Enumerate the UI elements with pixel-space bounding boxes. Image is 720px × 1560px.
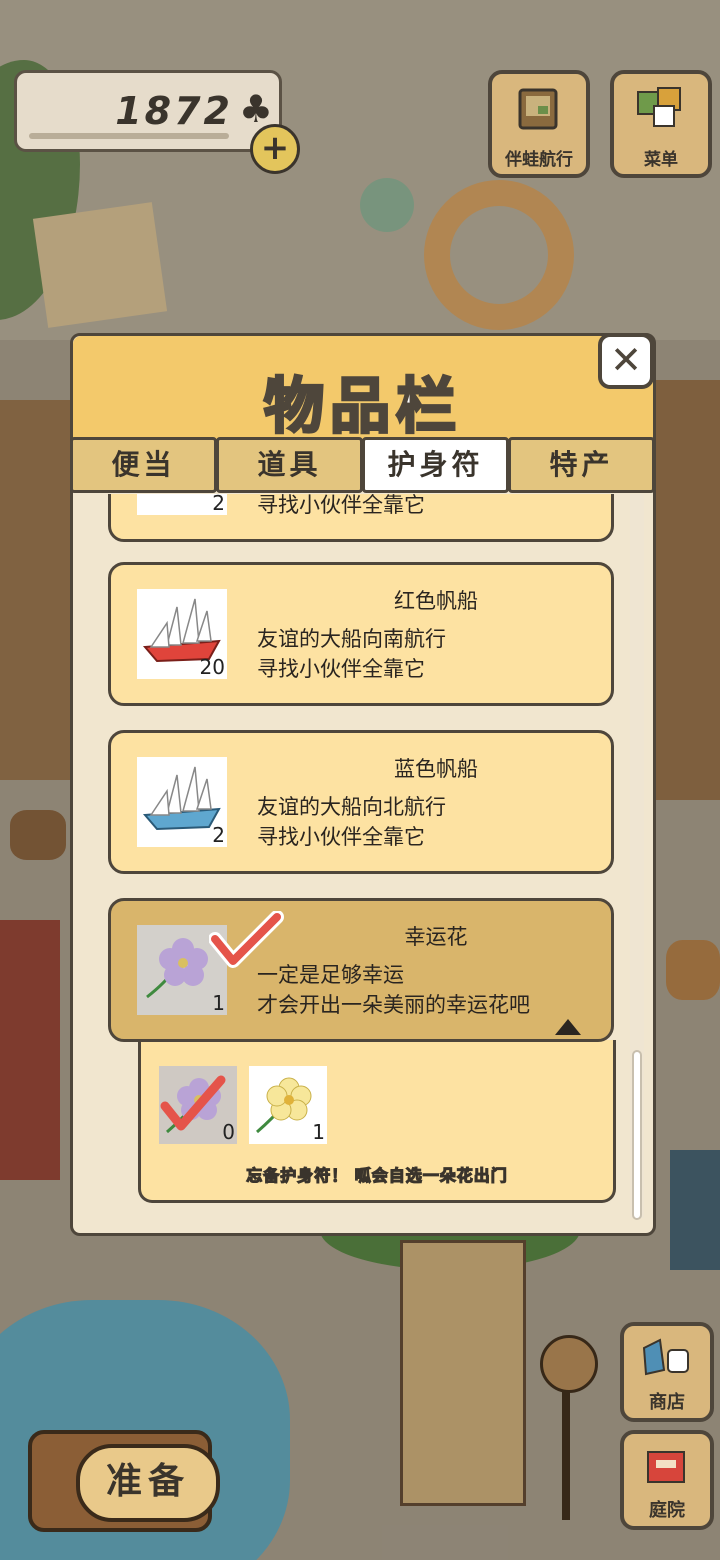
collapse-caret-icon[interactable] [555,1019,581,1035]
clover-count: 1872 [115,89,233,133]
frog-voyage-button[interactable]: 伴蛙航行 [488,70,590,178]
shop-label: 商店 [649,1392,685,1413]
garden-button[interactable]: 庭院 [620,1430,714,1530]
flower-variant-panel: 0 1 忘备护身符！ 呱会自选一朵花出门 [138,1040,616,1203]
item-title: 蓝色帆船 [394,757,478,781]
close-icon: ✕ [610,338,642,382]
list-item-partial[interactable]: 2 寻找小伙伴全靠它 [108,494,614,542]
variant-qty: 1 [312,1120,325,1144]
shop-icon [642,1338,689,1376]
item-title: 幸运花 [404,925,468,949]
clover-bar [29,133,229,139]
panel-title: 物品栏 [263,371,462,444]
prepare-button[interactable]: 准备 [28,1430,220,1532]
close-button[interactable]: ✕ [598,333,654,389]
item-thumbnail: 2 [137,494,227,515]
list-item-lucky-flower[interactable]: 1 幸运花 一定是足够幸运 才会开出一朵美丽的幸运花吧 [108,898,614,1042]
prepare-label: 准备 [76,1444,220,1522]
item-qty: 1 [212,991,225,1015]
item-desc-line1: 友谊的大船向南航行 [257,627,446,651]
add-clover-button[interactable]: + [250,124,300,174]
item-thumbnail: 2 [137,757,227,847]
list-item-red-sailboat[interactable]: 20 红色帆船 友谊的大船向南航行 寻找小伙伴全靠它 [108,562,614,706]
item-desc-line2: 寻找小伙伴全靠它 [257,494,425,517]
charm-list: 2 寻找小伙伴全靠它 20 红色帆船 友谊的大船向南航行 寻找小伙伴全靠它 2 … [74,494,646,1228]
item-qty: 2 [212,494,225,515]
map-icon [518,88,558,130]
variant-qty: 0 [222,1120,235,1144]
garden-label: 庭院 [649,1500,685,1521]
item-desc-line1: 友谊的大船向北航行 [257,795,446,819]
tab-specialty[interactable]: 特产 [508,437,655,493]
tab-charms[interactable]: 护身符 [362,437,509,493]
panel-header: 物品栏 [73,336,653,445]
clover-counter: 1872 ♣ [14,70,282,152]
menu-icon [637,87,681,127]
item-desc-line1: 一定是足够幸运 [257,963,404,987]
tab-tools[interactable]: 道具 [216,437,363,493]
scrollbar-thumb[interactable] [632,1050,642,1220]
variant-note: 忘备护身符！ 呱会自选一朵花出门 [246,1165,508,1185]
item-title: 红色帆船 [394,589,478,613]
frog-voyage-label: 伴蛙航行 [505,150,573,170]
item-desc-line2: 寻找小伙伴全靠它 [257,657,425,681]
list-item-blue-sailboat[interactable]: 2 蓝色帆船 友谊的大船向北航行 寻找小伙伴全靠它 [108,730,614,874]
variant-purple-flower[interactable]: 0 [159,1066,237,1144]
garden-icon [647,1451,685,1483]
tab-bento[interactable]: 便当 [70,437,217,493]
variant-yellow-flower[interactable]: 1 [249,1066,327,1144]
item-qty: 20 [199,655,225,679]
menu-button[interactable]: 菜单 [610,70,712,178]
shop-button[interactable]: 商店 [620,1322,714,1422]
item-qty: 2 [212,823,225,847]
item-desc-line2: 寻找小伙伴全靠它 [257,825,425,849]
inventory-tabs: 便当 道具 护身符 特产 [70,437,655,493]
item-desc-line2: 才会开出一朵美丽的幸运花吧 [257,993,530,1017]
item-thumbnail: 20 [137,589,227,679]
menu-label: 菜单 [644,150,678,170]
